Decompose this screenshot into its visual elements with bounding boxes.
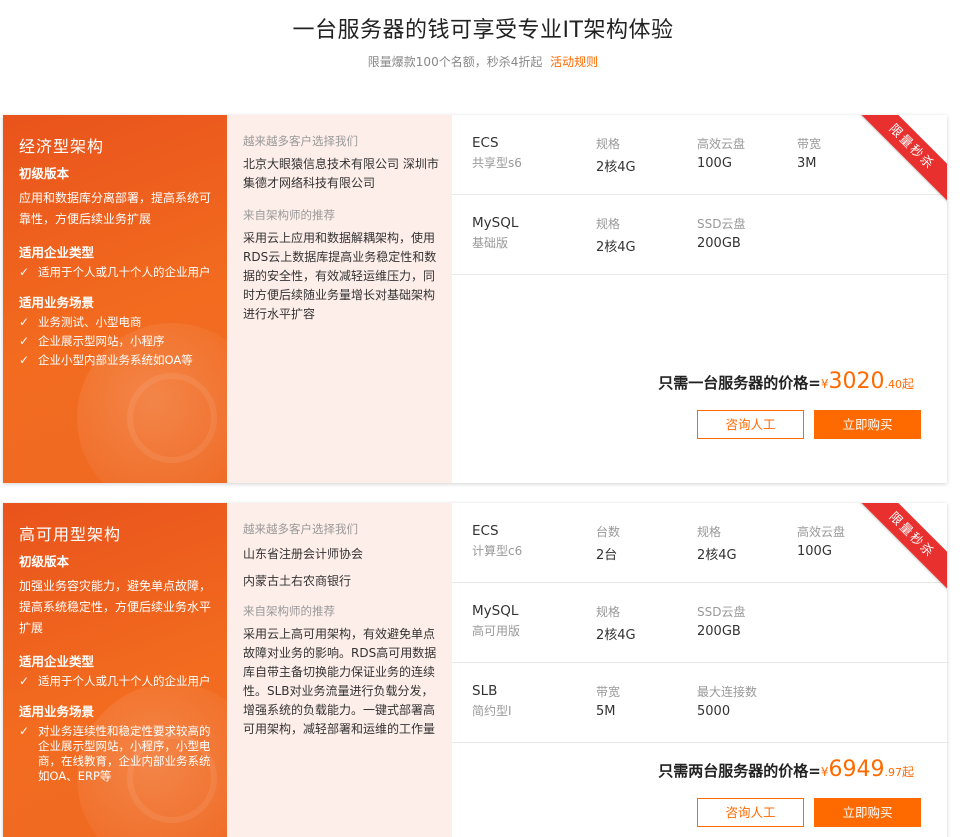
high-availability-architecture-card: 高可用型架构 初级版本 加强业务容灾能力，避免单点故障，提高系统稳定性，方便后续…: [3, 503, 947, 837]
product-name-cell: ECS 共享型s6: [472, 135, 522, 170]
price-suffix: 起: [901, 377, 914, 391]
buy-now-button[interactable]: 立即购买: [814, 410, 921, 439]
product-name-cell: SLB 简约型I: [472, 683, 512, 718]
decorative-ring: [127, 373, 217, 463]
ribbon-label: 限量秒杀: [853, 115, 947, 206]
customer-names: 北京大眼猿信息技术有限公司 深圳市集德才网络科技有限公司: [243, 157, 439, 190]
list-item: ✓ 企业小型内部业务系统如OA等: [19, 353, 193, 367]
architecture-title: 经济型架构: [19, 137, 105, 156]
version-label: 初级版本: [19, 166, 70, 181]
price-line: 只需两台服务器的价格=¥6949.97起: [658, 757, 914, 782]
spec-cell: 带宽 3M: [797, 137, 822, 171]
spec-cell: 规格 2核4G: [697, 525, 737, 563]
spec-cell: 最大连接数 5000: [697, 685, 758, 719]
price-decimal: .97: [884, 766, 902, 779]
list-item: ✓ 企业展示型网站，小程序: [19, 334, 165, 348]
customer-name: 内蒙古土右农商银行: [243, 574, 352, 588]
spec-cell: 规格 2核4G: [596, 137, 636, 175]
price-integer: 6949: [828, 757, 885, 782]
spec-cell: 规格 2核4G: [596, 217, 636, 255]
price-line: 只需一台服务器的价格=¥3020.40起: [658, 369, 914, 394]
card-left-panel: 高可用型架构 初级版本 加强业务容灾能力，避免单点故障，提高系统稳定性，方便后续…: [3, 503, 227, 837]
recommend-label: 来自架构师的推荐: [243, 208, 335, 222]
hero-subtitle-text: 限量爆款100个名额，秒杀4折起: [367, 55, 543, 69]
price-prefix: 只需两台服务器的价格=: [658, 762, 821, 780]
ribbon-label: 限量秒杀: [853, 503, 947, 594]
flash-sale-ribbon: 限量秒杀: [852, 115, 947, 210]
price-integer: 3020: [828, 369, 885, 394]
customers-label: 越来越多客户选择我们: [243, 522, 358, 536]
architecture-description: 加强业务容灾能力，避免单点故障，提高系统稳定性，方便后续业务水平扩展: [19, 579, 212, 635]
enterprise-type-heading: 适用企业类型: [19, 654, 95, 669]
spec-cell: SSD云盘 200GB: [697, 605, 746, 639]
enterprise-type-list: ✓ 适用于个人或几十个人的企业用户: [19, 265, 219, 280]
card-mid-panel: 越来越多客户选择我们 北京大眼猿信息技术有限公司 深圳市集德才网络科技有限公司 …: [227, 115, 452, 483]
check-icon: ✓: [19, 265, 30, 279]
consult-button[interactable]: 咨询人工: [697, 798, 804, 827]
recommend-text: 采用云上高可用架构，有效避免单点故障对业务的影响。RDS高可用数据库自带主备切换…: [243, 627, 437, 736]
spec-cell: 台数 2台: [596, 525, 621, 563]
buy-now-button[interactable]: 立即购买: [814, 798, 921, 827]
spec-cell: 高效云盘 100G: [697, 137, 746, 171]
version-label: 初级版本: [19, 554, 70, 569]
list-item: ✓ 业务测试、小型电商: [19, 315, 142, 329]
spec-cell: 高效云盘 100G: [797, 525, 846, 559]
hero-subtitle: 限量爆款100个名额，秒杀4折起 活动规则: [0, 53, 966, 70]
architecture-title: 高可用型架构: [19, 525, 122, 544]
product-name-cell: MySQL 基础版: [472, 215, 519, 250]
check-icon: ✓: [19, 315, 30, 329]
price-prefix: 只需一台服务器的价格=: [658, 374, 821, 392]
check-icon: ✓: [19, 353, 30, 367]
business-scenario-list: ✓ 业务测试、小型电商 ✓ 企业展示型网站，小程序 ✓ 企业小型内部业务系统如OA等: [19, 315, 219, 368]
price-decimal: .40: [884, 378, 902, 391]
customers-label: 越来越多客户选择我们: [243, 134, 358, 148]
enterprise-type-heading: 适用企业类型: [19, 245, 95, 260]
product-name-cell: MySQL 高可用版: [472, 603, 521, 638]
flash-sale-ribbon: 限量秒杀: [852, 503, 947, 598]
economy-architecture-card: 经济型架构 初级版本 应用和数据库分离部署，提高系统可靠性，方便后续业务扩展 适…: [3, 115, 947, 483]
business-scenario-list: ✓ 对业务连续性和稳定性要求较高的企业展示型网站，小程序，小型电商，在线教育，企业…: [19, 724, 219, 784]
product-name-cell: ECS 计算型c6: [472, 523, 523, 558]
spec-row-slb: SLB 简约型I 带宽 5M 最大连接数 5000: [452, 663, 947, 743]
spec-cell: SSD云盘 200GB: [697, 217, 746, 251]
list-item: ✓ 适用于个人或几十个人的企业用户: [19, 265, 211, 279]
activity-rules-link[interactable]: 活动规则: [550, 55, 598, 69]
recommend-label: 来自架构师的推荐: [243, 604, 335, 618]
check-icon: ✓: [19, 674, 30, 688]
consult-button[interactable]: 咨询人工: [697, 410, 804, 439]
recommend-text: 采用云上应用和数据解耦架构，使用RDS云上数据库提高业务稳定性和数据的安全性，有…: [243, 231, 437, 321]
architecture-description: 应用和数据库分离部署，提高系统可靠性，方便后续业务扩展: [19, 191, 212, 226]
hero-title: 一台服务器的钱可享受专业IT架构体验: [292, 18, 674, 43]
check-icon: ✓: [19, 334, 30, 348]
card-left-panel: 经济型架构 初级版本 应用和数据库分离部署，提高系统可靠性，方便后续业务扩展 适…: [3, 115, 227, 483]
price-suffix: 起: [901, 765, 914, 779]
check-icon: ✓: [19, 724, 30, 738]
business-scenario-heading: 适用业务场景: [19, 295, 95, 310]
customer-name: 山东省注册会计师协会: [243, 547, 364, 561]
spec-cell: 带宽 5M: [596, 685, 621, 719]
list-item: ✓ 适用于个人或几十个人的企业用户: [19, 674, 211, 688]
list-item: ✓ 对业务连续性和稳定性要求较高的企业展示型网站，小程序，小型电商，在线教育，企业…: [19, 724, 211, 783]
spec-cell: 规格 2核4G: [596, 605, 636, 643]
enterprise-type-list: ✓ 适用于个人或几十个人的企业用户: [19, 674, 219, 689]
card-mid-panel: 越来越多客户选择我们 山东省注册会计师协会 内蒙古土右农商银行 来自架构师的推荐…: [227, 503, 452, 837]
